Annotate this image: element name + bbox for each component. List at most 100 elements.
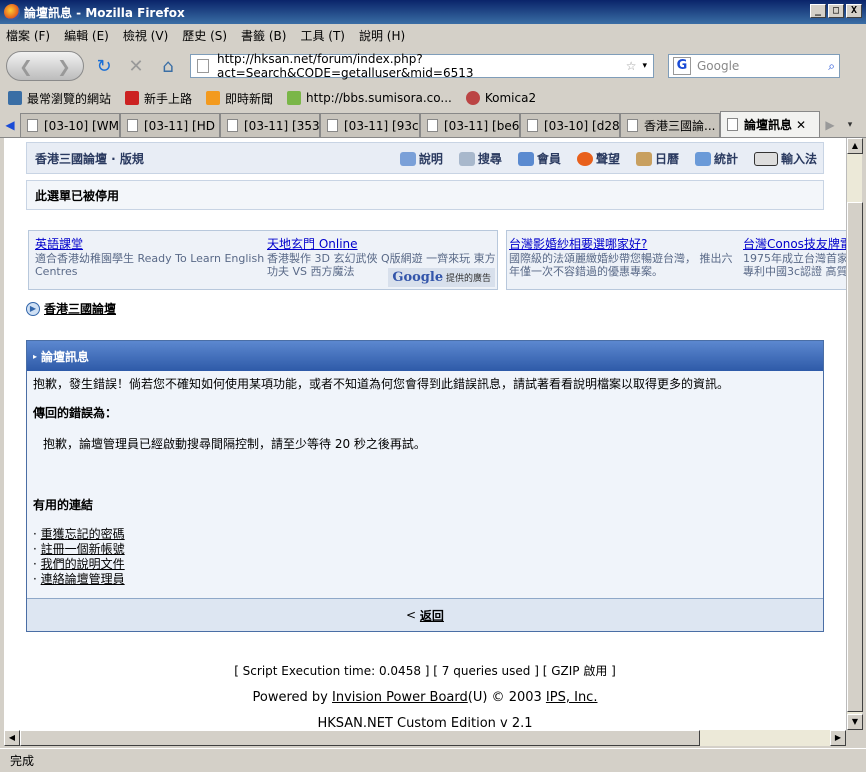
tab-list-icon[interactable]: ▾	[840, 113, 860, 137]
vertical-scroll-thumb[interactable]	[847, 202, 863, 712]
tab-3[interactable]: [03-11] [353...	[220, 113, 320, 137]
google-engine-icon[interactable]: G	[673, 57, 691, 75]
members-icon	[517, 151, 534, 166]
calendar-icon	[635, 151, 652, 166]
tab-close-icon[interactable]: ✕	[796, 118, 806, 132]
tab-active[interactable]: 論壇訊息 ✕	[720, 111, 820, 137]
powered-by-label: Powered by	[252, 690, 328, 705]
search-placeholder[interactable]: Google	[697, 59, 828, 73]
google-ads-badge[interactable]: Google 提供的廣告	[388, 268, 495, 287]
window-titlebar: 論壇訊息 - Mozilla Firefox _ □ X	[0, 0, 866, 24]
horizontal-scrollbar[interactable]: ◀ ▶	[4, 730, 846, 746]
link-contact-admin[interactable]: 連絡論壇管理員	[41, 572, 125, 586]
nav-label: 聲望	[595, 152, 620, 166]
page-icon	[127, 119, 138, 132]
bookmark-label: http://bbs.sumisora.co...	[306, 91, 452, 105]
nav-label: 統計	[713, 152, 738, 166]
nav-stats[interactable]: 統計	[694, 150, 738, 167]
menu-bookmarks[interactable]: 書籤 (B)	[241, 27, 286, 44]
ipb-link[interactable]: Invision Power Board	[332, 690, 468, 705]
search-icon[interactable]: ⌕	[828, 59, 835, 74]
footer-powered: Powered by Invision Power Board(U) © 200…	[4, 690, 846, 705]
bookmark-label: Komica2	[484, 91, 537, 105]
home-icon[interactable]: ⌂	[156, 54, 180, 78]
menu-tools[interactable]: 工具 (T)	[300, 27, 345, 44]
bookmark-sumisora[interactable]: http://bbs.sumisora.co...	[287, 91, 452, 105]
ad-1[interactable]: 英語課堂 適合香港幼稚園學生 Ready To Learn English Ce…	[35, 235, 265, 278]
page-icon	[727, 118, 738, 131]
scroll-right-icon[interactable]: ▶	[830, 730, 846, 746]
back-forward-buttons[interactable]: ❮ ❯	[6, 51, 84, 81]
menu-file[interactable]: 檔案 (F)	[6, 27, 50, 44]
scroll-left-icon[interactable]: ◀	[4, 730, 20, 746]
reload-icon[interactable]: ↻	[92, 54, 116, 78]
breadcrumb-forum-link[interactable]: 香港三國論壇	[44, 300, 116, 317]
ips-link[interactable]: IPS, Inc.	[546, 690, 598, 705]
getting-started-icon	[125, 91, 140, 105]
nav-calendar[interactable]: 日曆	[635, 150, 679, 167]
tab-scroll-right-icon[interactable]: ▶	[820, 113, 840, 137]
stats-icon	[694, 151, 711, 166]
minimize-button[interactable]: _	[810, 4, 826, 18]
bookmark-komica2[interactable]: Komica2	[465, 91, 537, 105]
ad-4[interactable]: 台灣Conos技友牌電 1975年成立台灣首家 專利中國3c認證 高質	[743, 235, 846, 278]
forum-header: 香港三國論壇 · 版規 說明 搜尋 會員 聲望 日曆 統計 輸入法	[26, 142, 824, 174]
tab-1[interactable]: [03-10] [WM...	[20, 113, 120, 137]
back-arrow-icon[interactable]: ❮	[19, 57, 32, 76]
tab-7[interactable]: 香港三國論...	[620, 113, 720, 137]
scroll-down-icon[interactable]: ▼	[847, 714, 863, 730]
menu-view[interactable]: 檢視 (V)	[123, 27, 168, 44]
heart-icon	[576, 151, 593, 166]
footer-stats: [ Script Execution time: 0.0458 ] [ 7 qu…	[234, 664, 616, 678]
ad-3[interactable]: 台灣影婚紗相要選哪家好? 國際級的法頌麗緻婚紗帶您暢遊台灣， 推出六年僅一次不容…	[509, 235, 739, 278]
forward-arrow-icon[interactable]: ❯	[57, 57, 70, 76]
bookmark-latest-news[interactable]: 即時新聞	[206, 90, 273, 107]
nav-reputation[interactable]: 聲望	[576, 150, 620, 167]
bookmark-star-icon[interactable]: ☆	[626, 59, 637, 73]
bookmark-label: 即時新聞	[225, 91, 274, 106]
forum-nav: 說明 搜尋 會員 聲望 日曆 統計 輸入法	[399, 150, 817, 167]
vertical-scrollbar[interactable]: ▲ ▼	[846, 138, 863, 730]
ad-title[interactable]: 英語課堂	[35, 235, 265, 252]
close-button[interactable]: X	[846, 4, 862, 18]
link-forgot-password[interactable]: 重獲忘記的密碼	[41, 527, 125, 541]
tab-6[interactable]: [03-10] [d28...	[520, 113, 620, 137]
maximize-button[interactable]: □	[828, 4, 844, 18]
nav-input-method[interactable]: 輸入法	[753, 150, 817, 167]
tab-label: 香港三國論...	[644, 119, 716, 133]
tab-2[interactable]: [03-11] [HD ...	[120, 113, 220, 137]
menu-history[interactable]: 歷史 (S)	[182, 27, 227, 44]
most-visited-icon	[8, 91, 22, 105]
back-link[interactable]: 返回	[420, 607, 444, 624]
tab-label: 論壇訊息	[744, 118, 793, 132]
page-icon	[227, 119, 238, 132]
page-icon	[327, 119, 338, 132]
nav-search[interactable]: 搜尋	[458, 150, 502, 167]
link-register[interactable]: 註冊一個新帳號	[41, 542, 125, 556]
ad-title[interactable]: 台灣影婚紗相要選哪家好?	[509, 235, 739, 252]
menu-bar: 檔案 (F) 編輯 (E) 檢視 (V) 歷史 (S) 書籤 (B) 工具 (T…	[0, 24, 866, 46]
forum-title[interactable]: 香港三國論壇 · 版規	[35, 150, 144, 167]
menu-help[interactable]: 說明 (H)	[359, 27, 405, 44]
url-bar[interactable]: http://hksan.net/forum/index.php?act=Sea…	[190, 52, 654, 80]
tab-scroll-left-icon[interactable]: ◀	[0, 113, 20, 137]
scroll-up-icon[interactable]: ▲	[847, 138, 863, 154]
firefox-icon	[4, 4, 20, 20]
ad-title[interactable]: 台灣Conos技友牌電	[743, 235, 846, 252]
url-dropdown-icon[interactable]: ▾	[642, 61, 647, 71]
stop-icon[interactable]: ✕	[124, 54, 148, 78]
horizontal-scroll-thumb[interactable]	[20, 730, 700, 746]
arrow-circle-icon: ▶	[26, 301, 40, 316]
bookmark-most-visited[interactable]: 最常瀏覽的網站	[8, 90, 111, 107]
nav-members[interactable]: 會員	[517, 150, 561, 167]
bookmark-getting-started[interactable]: 新手上路	[125, 90, 192, 107]
nav-help[interactable]: 說明	[399, 150, 443, 167]
page-icon	[527, 119, 538, 132]
ad-title[interactable]: 天地玄門 Online	[267, 235, 497, 252]
url-text[interactable]: http://hksan.net/forum/index.php?act=Sea…	[217, 52, 620, 80]
search-box[interactable]: G Google ⌕	[668, 54, 840, 78]
tab-4[interactable]: [03-11] [93c...	[320, 113, 420, 137]
tab-5[interactable]: [03-11] [be6...	[420, 113, 520, 137]
link-help-docs[interactable]: 我們的說明文件	[41, 557, 125, 571]
menu-edit[interactable]: 編輯 (E)	[64, 27, 109, 44]
